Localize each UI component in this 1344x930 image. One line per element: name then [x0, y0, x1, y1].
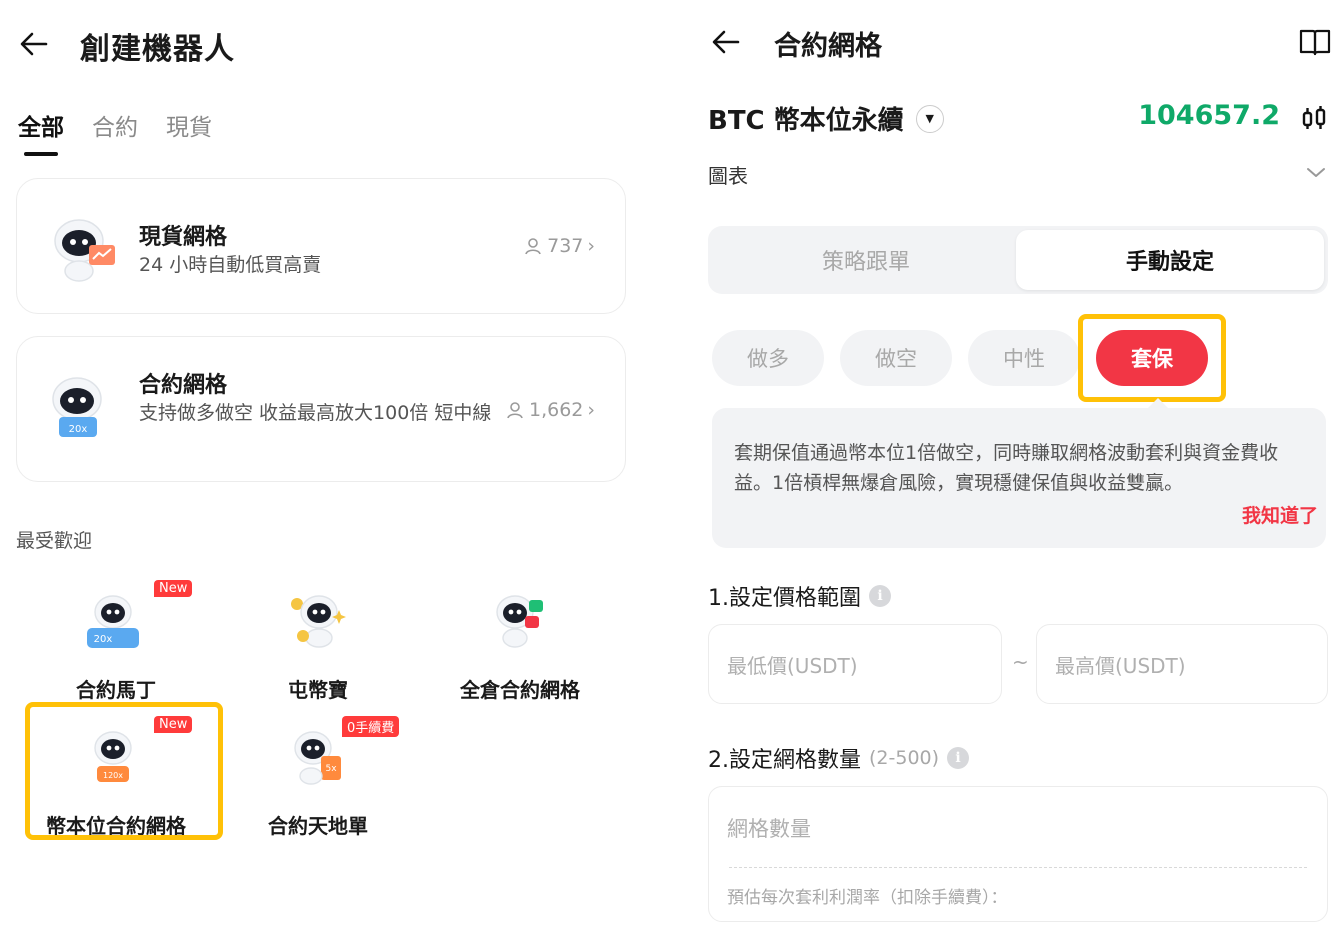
section-label: 最受歡迎	[16, 530, 93, 552]
count-value: 1,662	[528, 399, 584, 421]
robot-icon	[54, 219, 115, 282]
highlight-box	[1078, 314, 1226, 402]
segment-manual[interactable]: 手動設定	[1016, 230, 1324, 290]
mode-short[interactable]: 做空	[840, 330, 952, 386]
robot-icon: 20x	[87, 595, 139, 648]
person-icon	[525, 238, 541, 255]
step-label: 2.設定網格數量	[708, 748, 861, 773]
back-arrow-icon[interactable]	[18, 28, 50, 60]
tab-spot[interactable]: 現貨	[166, 108, 212, 142]
grid-count-box: 網格數量 預估每次套利利潤率（扣除手續費）：	[708, 786, 1328, 922]
robot-icon	[291, 595, 346, 648]
max-price-input[interactable]: 最高價(USDT)	[1036, 624, 1328, 704]
page-title: 創建機器人	[80, 32, 235, 67]
last-price: 104657.2	[1138, 100, 1280, 131]
step-hint: (2-500)	[869, 747, 940, 769]
min-price-input[interactable]: 最低價(USDT)	[708, 624, 1002, 704]
candlestick-icon[interactable]	[1300, 104, 1328, 132]
new-badge: New	[154, 580, 193, 597]
chart-toggle-label[interactable]: 圖表	[708, 160, 748, 189]
zero-fee-badge: 0手續費	[342, 716, 400, 737]
book-icon[interactable]	[1298, 26, 1332, 58]
robot-tag: 5x	[325, 764, 337, 774]
futures-grid-panel: 合約網格 BTC 幣本位永續 ▼ 104657.2 圖表 策略跟單 手動設定 做…	[690, 0, 1344, 930]
popular-label: 屯幣寶	[288, 678, 348, 702]
card-subtitle: 24 小時自動低買高賣	[139, 254, 322, 276]
robot-icon	[496, 595, 543, 648]
segment-copy-strategy[interactable]: 策略跟單	[712, 230, 1020, 290]
category-tabs: 全部 合約 現貨	[18, 108, 212, 156]
popular-label: 全倉合約網格	[460, 678, 580, 702]
step-price-range: 1.設定價格範圍 i	[708, 580, 891, 612]
divider	[729, 867, 1307, 868]
profit-estimate: 預估每次套利利潤率（扣除手續費）：	[727, 888, 1008, 908]
tab-futures[interactable]: 合約	[92, 108, 138, 142]
popular-coin-saver[interactable]: 屯幣寶	[218, 590, 418, 702]
person-icon	[507, 402, 523, 419]
user-count: 737 ›	[523, 235, 595, 257]
futures-grid-card[interactable]: 20x 合約網格 支持做多做空 收益最高放大100倍 短中線 1,662 ›	[16, 336, 626, 482]
page-title: 合約網格	[774, 31, 882, 62]
popular-cross-margin-grid[interactable]: 全倉合約網格	[420, 590, 620, 702]
chevron-down-icon[interactable]	[1304, 160, 1328, 184]
step-grid-count: 2.設定網格數量 (2-500) i	[708, 742, 970, 774]
robot-tag: 20x	[69, 424, 88, 435]
robot-tag: 20x	[94, 634, 113, 645]
robot-icon: 20x	[52, 377, 102, 437]
popular-label: 合約天地單	[268, 814, 368, 838]
card-title: 合約網格	[139, 373, 228, 398]
pair-name: BTC 幣本位永續	[708, 106, 904, 136]
got-it-link[interactable]: 我知道了	[1242, 501, 1318, 528]
popular-futures-martingale[interactable]: 20x New 合約馬丁	[16, 580, 216, 702]
pair-selector[interactable]: BTC 幣本位永續 ▼	[708, 100, 944, 137]
info-icon[interactable]: i	[947, 747, 970, 769]
highlight-box	[25, 702, 223, 840]
create-bot-panel: 創建機器人 全部 合約 現貨 現貨網格 24 小時自動低買高賣 737 › 20…	[0, 0, 660, 930]
chevron-right-icon: ›	[587, 399, 595, 421]
hedge-tip: 套期保值通過幣本位1倍做空，同時賺取網格波動套利與資金費收益。1倍槓桿無爆倉風險…	[712, 398, 1326, 548]
count-value: 737	[547, 235, 584, 257]
mode-neutral[interactable]: 中性	[968, 330, 1080, 386]
popular-label: 合約馬丁	[76, 678, 156, 702]
range-separator: ~	[1012, 650, 1029, 674]
tip-text: 套期保值通過幣本位1倍做空，同時賺取網格波動套利與資金費收益。1倍槓桿無爆倉風險…	[734, 442, 1279, 494]
mode-segment: 策略跟單 手動設定	[708, 226, 1328, 294]
step-label: 1.設定價格範圍	[708, 586, 861, 611]
chevron-right-icon: ›	[587, 235, 595, 257]
grid-count-input[interactable]: 網格數量	[727, 813, 811, 843]
popular-futures-combo[interactable]: 5x 0手續費 合約天地單	[218, 716, 418, 838]
card-title: 現貨網格	[139, 225, 228, 250]
back-arrow-icon[interactable]	[710, 26, 742, 58]
info-icon[interactable]: i	[869, 585, 891, 607]
dropdown-icon: ▼	[915, 104, 944, 133]
card-subtitle: 支持做多做空 收益最高放大100倍 短中線	[139, 402, 492, 424]
tab-all[interactable]: 全部	[18, 108, 64, 156]
mode-long[interactable]: 做多	[712, 330, 824, 386]
user-count: 1,662 ›	[505, 399, 595, 421]
spot-grid-card[interactable]: 現貨網格 24 小時自動低買高賣 737 ›	[16, 178, 626, 314]
